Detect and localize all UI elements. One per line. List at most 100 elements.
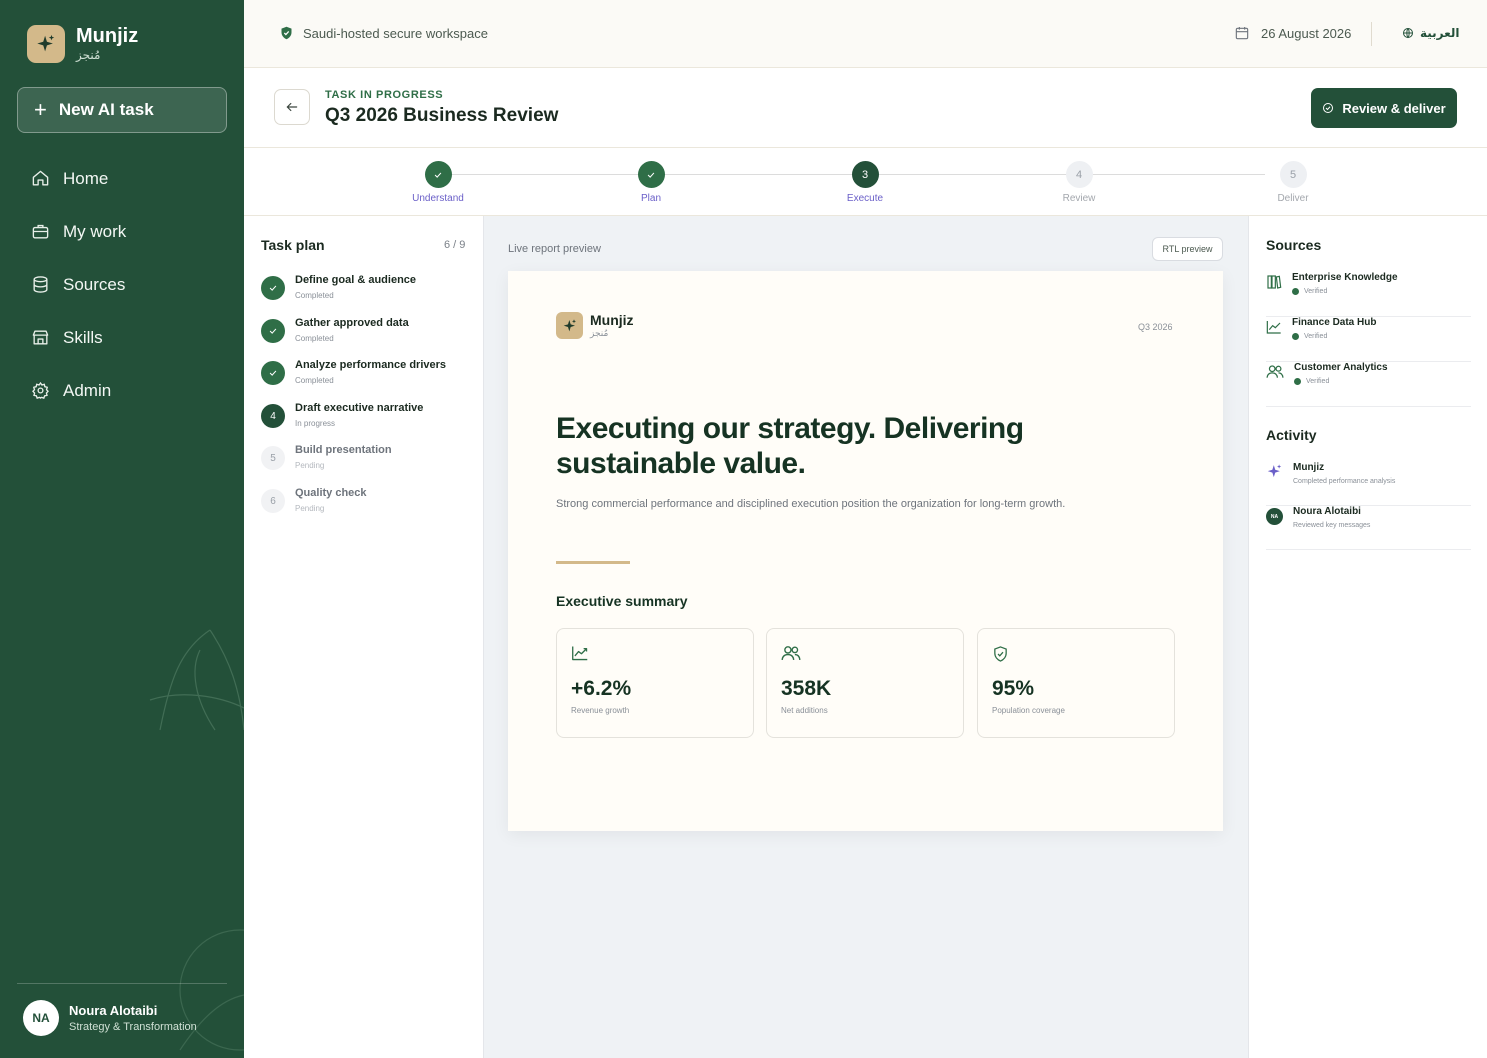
step-number: 5 [1279, 161, 1307, 188]
sidebar-item-label: Home [63, 168, 109, 188]
sidebar-item-home[interactable]: Home [17, 152, 227, 205]
sidebar-item-admin[interactable]: Admin [17, 364, 227, 417]
step-understand[interactable]: Understand [398, 161, 478, 204]
step-label: Plan [640, 193, 661, 204]
plan-item-gather-data[interactable]: Gather approved data Completed [261, 317, 471, 343]
executive-summary-title: Executive summary [556, 593, 688, 609]
plan-item-name: Draft executive narrative [295, 402, 424, 414]
kpi-card-net-additions: 358K Net additions [766, 628, 964, 738]
sidebar-item-label: My work [63, 221, 127, 241]
plan-item-name: Analyze performance drivers [295, 359, 447, 371]
sidebar-item-sources[interactable]: Sources [17, 258, 227, 311]
step-label: Execute [846, 193, 884, 204]
gear-icon [32, 381, 49, 399]
plan-item-state: Completed [295, 376, 334, 385]
user-name: Noura Alotaibi [69, 1003, 158, 1018]
page-title: Q3 2026 Business Review [325, 105, 559, 126]
back-button[interactable] [274, 89, 310, 125]
current-date: 26 August 2026 [1234, 25, 1351, 41]
verified-check-icon [1292, 333, 1299, 340]
plan-item-name: Build presentation [295, 444, 392, 456]
activity-item-noura: NA Noura Alotaibi Reviewed key messages [1266, 506, 1471, 550]
briefcase-icon [32, 224, 49, 239]
brand-arabic-name: مُنجز [76, 48, 101, 62]
source-name: Finance Data Hub [1292, 317, 1377, 328]
report-headline: Executing our strategy. Delivering susta… [556, 412, 1024, 480]
sparkle-logo-icon [556, 312, 583, 339]
plan-item-quality-check[interactable]: 6 Quality check Pending [261, 487, 471, 513]
step-execute[interactable]: 3 Execute [825, 161, 905, 204]
plan-item-name: Quality check [295, 487, 367, 499]
brand[interactable]: Munjiz مُنجز [27, 25, 138, 63]
sources-title: Sources [1266, 237, 1322, 253]
step-review[interactable]: 4 Review [1039, 161, 1119, 204]
plan-item-state: In progress [295, 419, 336, 428]
sparkle-icon [1267, 464, 1282, 478]
source-item-customer-analytics[interactable]: Customer Analytics Verified [1266, 362, 1471, 407]
plan-item-state: Pending [295, 504, 325, 513]
step-number: 4 [1065, 161, 1093, 188]
database-icon [33, 276, 48, 293]
verified-status: Verified [1292, 333, 1376, 340]
date-label: 26 August 2026 [1261, 25, 1352, 41]
shield-check-icon [994, 646, 1007, 662]
task-status: TASK IN PROGRESS [325, 89, 444, 101]
new-ai-task-button[interactable]: + New AI task [17, 87, 227, 133]
plan-item-build-presentation[interactable]: 5 Build presentation Pending [261, 444, 471, 470]
language-switch[interactable]: العربية [1402, 26, 1460, 40]
verified-status: Verified [1292, 288, 1398, 295]
plan-item-draft-narrative[interactable]: 4 Draft executive narrative In progress [261, 402, 471, 428]
secure-workspace-indicator: Saudi-hosted secure workspace [279, 25, 488, 41]
review-deliver-button[interactable]: Review & deliver [1311, 88, 1457, 128]
task-plan-title: Task plan [261, 237, 325, 253]
source-item-enterprise-knowledge[interactable]: Enterprise Knowledge Verified [1266, 272, 1471, 317]
report-brand: Munjiz مُنجز [556, 312, 634, 339]
arrow-left-icon [286, 102, 298, 112]
decorative-pattern-icon [149, 629, 244, 731]
top-bar: Saudi-hosted secure workspace 26 August … [244, 0, 1487, 68]
kpi-value: +6.2% [571, 677, 632, 700]
sidebar-nav: Home My work Sources Skills Admin [17, 152, 227, 417]
kpi-label: Net additions [781, 706, 828, 715]
sidebar: Munjiz مُنجز + New AI task Home My work … [0, 0, 244, 1058]
plus-icon: + [34, 97, 47, 122]
books-icon [1267, 275, 1282, 289]
avatar: NA [1266, 508, 1283, 525]
context-panel: Sources Enterprise Knowledge Verified Fi… [1248, 216, 1487, 1058]
step-label: Understand [412, 193, 464, 204]
step-label: Deliver [1277, 193, 1309, 204]
sidebar-item-skills[interactable]: Skills [17, 311, 227, 364]
plan-item-analyze-drivers[interactable]: Analyze performance drivers Completed [261, 359, 471, 385]
sparkle-logo-icon [27, 25, 65, 63]
user-profile[interactable]: NA Noura Alotaibi Strategy & Transformat… [23, 1000, 197, 1036]
plan-item-number: 6 [261, 489, 285, 513]
sidebar-item-my-work[interactable]: My work [17, 205, 227, 258]
check-icon [637, 161, 665, 188]
source-item-finance-data-hub[interactable]: Finance Data Hub Verified [1266, 317, 1471, 362]
activity-description: Completed performance analysis [1293, 478, 1396, 485]
sidebar-item-label: Admin [63, 380, 112, 400]
accent-divider [556, 561, 630, 564]
step-label: Review [1062, 193, 1096, 204]
avatar: NA [23, 1000, 59, 1036]
plan-item-name: Define goal & audience [295, 274, 417, 286]
secure-workspace-label: Saudi-hosted secure workspace [303, 25, 488, 41]
task-header: TASK IN PROGRESS Q3 2026 Business Review… [244, 68, 1487, 148]
sidebar-item-label: Skills [63, 327, 103, 347]
check-icon [261, 319, 285, 343]
plan-item-number: 5 [261, 446, 285, 470]
users-icon [1266, 365, 1284, 378]
verified-check-icon [1292, 288, 1299, 295]
rtl-preview-button[interactable]: RTL preview [1152, 237, 1223, 261]
source-name: Customer Analytics [1294, 362, 1388, 373]
check-icon [261, 276, 285, 300]
step-plan[interactable]: Plan [611, 161, 691, 204]
calendar-icon [1235, 27, 1249, 40]
check-icon [424, 161, 452, 188]
step-deliver[interactable]: 5 Deliver [1253, 161, 1333, 204]
plan-item-define-goal[interactable]: Define goal & audience Completed [261, 274, 471, 300]
activity-title: Activity [1266, 427, 1317, 443]
activity-description: Reviewed key messages [1293, 522, 1371, 529]
trend-up-icon [572, 646, 588, 661]
plan-item-state: Completed [295, 291, 334, 300]
